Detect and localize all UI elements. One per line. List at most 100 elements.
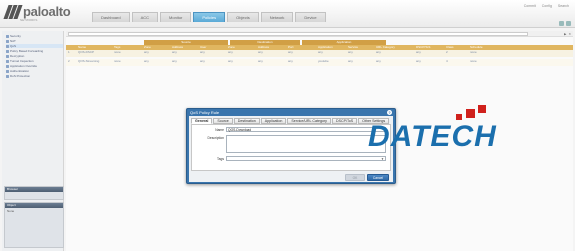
brand-name: paloalto xyxy=(23,4,71,19)
cancel-button[interactable]: Cancel xyxy=(367,174,389,181)
help-icon[interactable] xyxy=(566,21,571,26)
paloalto-logo-icon xyxy=(3,4,23,19)
sidebar-item-label: QoS xyxy=(10,44,17,48)
sub-toolbar xyxy=(559,21,571,26)
row-application: youtube xyxy=(318,59,329,63)
row-dscp: any xyxy=(416,50,421,54)
apply-filter-icon[interactable]: ▶ xyxy=(564,32,566,36)
pbf-icon xyxy=(6,49,9,53)
config-link[interactable]: Config xyxy=(542,4,552,8)
row-tags: none xyxy=(114,50,121,54)
qos-policy-dialog: QoS Policy Rule ? General Source Destina… xyxy=(186,108,396,184)
qos-icon xyxy=(6,44,9,48)
row-url-category: any xyxy=(376,59,381,63)
sidebar-item-label: NAT xyxy=(10,39,16,43)
app-override-icon xyxy=(6,64,9,68)
filter-input[interactable] xyxy=(68,32,528,36)
sidebar-item-label: Tunnel Inspection xyxy=(10,59,34,63)
row-dst-address: any xyxy=(258,59,263,63)
sidebar-item-app-override[interactable]: Application Override xyxy=(6,64,63,68)
chevron-down-icon: ▼ xyxy=(381,157,384,161)
row-name: QOS-DSCP xyxy=(78,50,95,54)
tags-select[interactable]: ▼ xyxy=(226,156,386,161)
sidebar-item-security[interactable]: Security xyxy=(6,34,63,38)
nat-icon xyxy=(6,39,9,43)
row-dst-zone: any xyxy=(228,59,233,63)
security-icon xyxy=(6,34,9,38)
general-form: Name QOS-Download Description Tags ▼ xyxy=(191,124,391,171)
help-icon[interactable]: ? xyxy=(387,110,392,115)
sidebar-item-nat[interactable]: NAT xyxy=(6,39,63,43)
table-row[interactable]: 1 QOS-DSCP none any any any any any any … xyxy=(66,50,573,57)
browser-panel-body xyxy=(5,192,63,194)
brand-subtitle: NETWORKS xyxy=(20,18,38,22)
sidebar: Security NAT QoS Policy Based Forwarding… xyxy=(2,31,64,251)
sidebar-item-tunnel-inspection[interactable]: Tunnel Inspection xyxy=(6,59,63,63)
row-zone: any xyxy=(144,59,149,63)
row-zone: any xyxy=(144,50,149,54)
row-service: any xyxy=(348,50,353,54)
sidebar-item-decryption[interactable]: Decryption xyxy=(6,54,63,58)
sidebar-item-label: Authentication xyxy=(10,69,30,73)
description-input[interactable] xyxy=(226,135,386,153)
paloalto-logo: paloalto xyxy=(3,4,71,19)
sidebar-item-authentication[interactable]: Authentication xyxy=(6,69,63,73)
tab-policies[interactable]: Policies xyxy=(193,12,226,22)
tab-device[interactable]: Device xyxy=(295,12,326,22)
commit-link[interactable]: Commit xyxy=(524,4,536,8)
row-address: any xyxy=(172,59,177,63)
description-label: Description xyxy=(207,136,225,140)
row-application: any xyxy=(318,50,323,54)
sidebar-item-label: Application Override xyxy=(10,64,38,68)
name-input[interactable]: QOS-Download xyxy=(226,127,386,132)
row-address: any xyxy=(172,50,177,54)
refresh-icon[interactable] xyxy=(559,21,564,26)
row-user: any xyxy=(200,59,205,63)
tab-objects[interactable]: Objects xyxy=(227,12,259,22)
filter-actions: ▶ ✕ xyxy=(564,32,571,36)
dos-icon xyxy=(6,74,9,78)
row-port: any xyxy=(288,50,293,54)
authentication-icon xyxy=(6,69,9,73)
row-dst-address: any xyxy=(258,50,263,54)
tags-label: Tags xyxy=(217,157,224,161)
top-header: paloalto NETWORKS Dashboard ACC Monitor … xyxy=(0,0,575,28)
clear-filter-icon[interactable]: ✕ xyxy=(568,32,571,36)
row-name: QOS-Streaming xyxy=(78,59,100,63)
sidebar-item-label: Decryption xyxy=(10,54,25,58)
tab-acc[interactable]: ACC xyxy=(131,12,159,22)
row-service: any xyxy=(348,59,353,63)
browser-panel: Browser xyxy=(4,186,64,200)
row-dst-zone: any xyxy=(228,50,233,54)
row-port: any xyxy=(288,59,293,63)
name-label: Name xyxy=(215,128,224,132)
decryption-icon xyxy=(6,54,9,58)
sidebar-item-pbf[interactable]: Policy Based Forwarding xyxy=(6,49,63,53)
tab-network[interactable]: Network xyxy=(260,12,294,22)
table-row[interactable]: 2 QOS-Streaming none any any any any any… xyxy=(66,59,573,66)
row-schedule: none xyxy=(470,50,477,54)
row-number: 2 xyxy=(68,59,70,63)
row-schedule: none xyxy=(470,59,477,63)
dialog-body: General Source Destination Application S… xyxy=(189,116,393,182)
ok-button[interactable]: OK xyxy=(345,174,365,181)
main-tabs: Dashboard ACC Monitor Policies Objects N… xyxy=(92,12,326,22)
sidebar-item-dos-protection[interactable]: DoS Protection xyxy=(6,74,63,78)
watermark-text: DATECH xyxy=(368,120,497,153)
tab-monitor[interactable]: Monitor xyxy=(160,12,192,22)
header-links: Commit Config Search xyxy=(524,4,569,8)
object-panel: Object None xyxy=(4,202,64,248)
row-class: 4 xyxy=(446,59,448,63)
sidebar-item-label: DoS Protection xyxy=(10,74,31,78)
row-class: 2 xyxy=(446,50,448,54)
filter-bar: ▶ ✕ xyxy=(66,31,573,37)
tab-dashboard[interactable]: Dashboard xyxy=(92,12,130,22)
object-panel-body: None xyxy=(7,209,15,213)
sidebar-item-qos[interactable]: QoS xyxy=(6,44,63,48)
row-dscp: any xyxy=(416,59,421,63)
row-number: 1 xyxy=(68,50,70,54)
datech-watermark: DATECH xyxy=(368,105,497,154)
search-link[interactable]: Search xyxy=(558,4,569,8)
row-user: any xyxy=(200,50,205,54)
row-tags: none xyxy=(114,59,121,63)
